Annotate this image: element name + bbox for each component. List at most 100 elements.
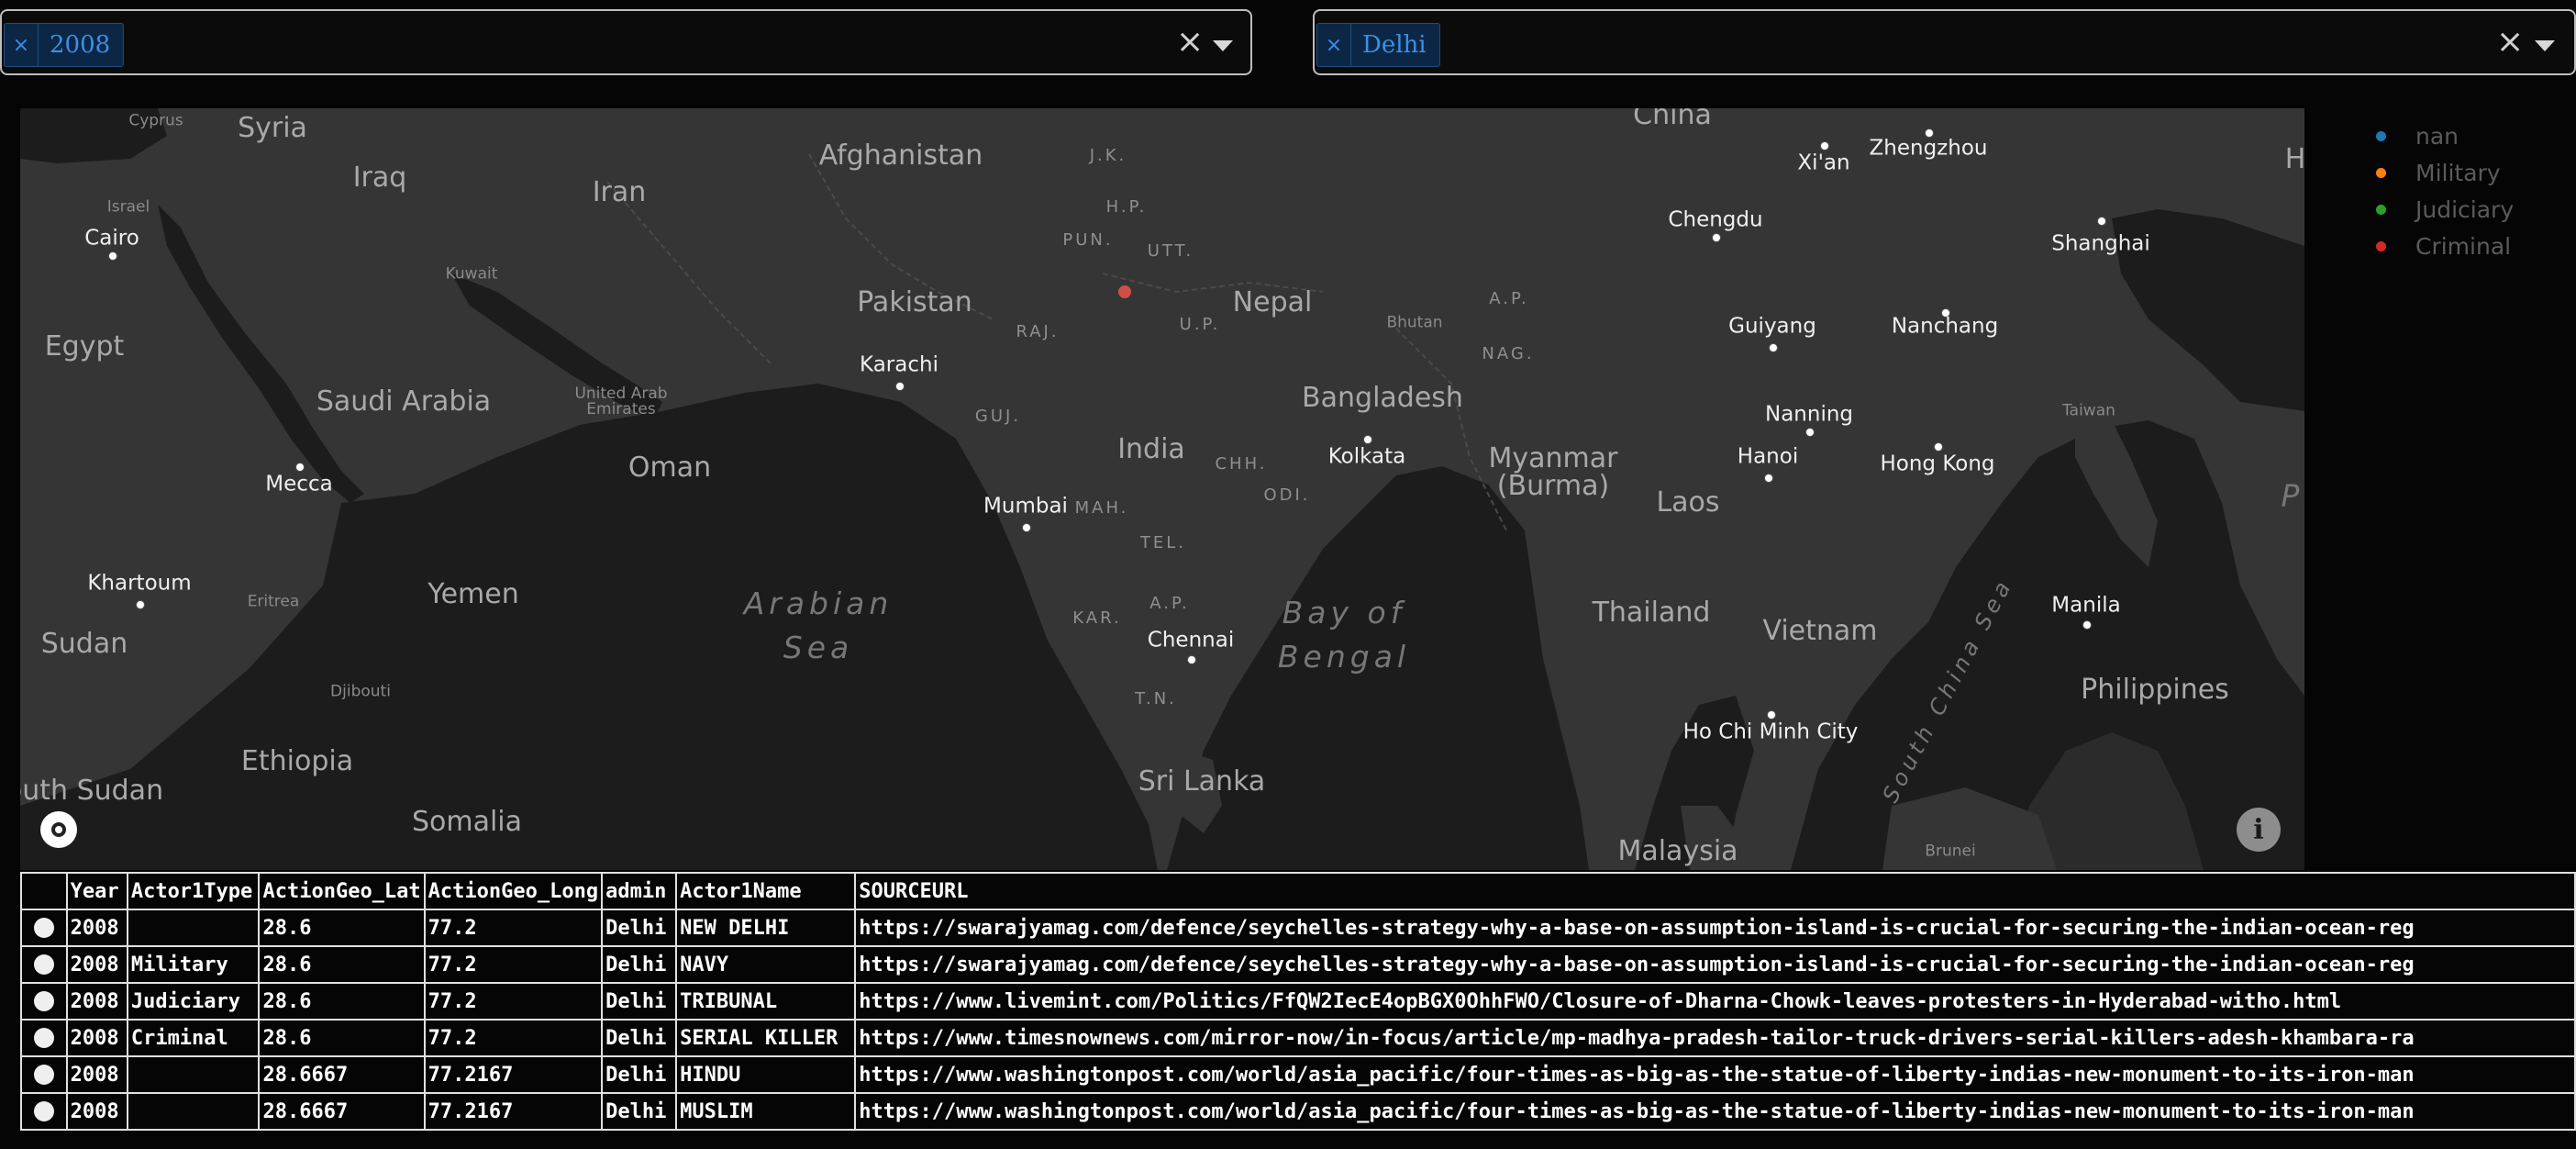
state-dropdown[interactable]: × Delhi × [1313, 9, 2576, 75]
map-label-egypt: Egypt [44, 330, 125, 363]
table-cell: 2008 [65, 982, 128, 1021]
table-cell: MUSLIM [675, 1092, 857, 1131]
table-cell: HINDU [675, 1055, 857, 1094]
row-select-cell [20, 945, 68, 984]
row-radio[interactable] [33, 954, 54, 975]
table-row: 2008 Judiciary 28.6 77.2 Delhi TRIBUNAL … [20, 982, 2576, 1021]
column-header-admin[interactable]: admin [601, 872, 678, 910]
map-label-guj: GUJ. [974, 407, 1022, 426]
table-cell: SERIAL KILLER [675, 1019, 857, 1057]
mapbox-logo-icon[interactable] [40, 811, 77, 848]
row-radio[interactable] [33, 1028, 54, 1048]
column-header-sourceurl[interactable]: SOURCEURL [854, 872, 2576, 910]
map-label-bhutan: Bhutan [1386, 313, 1443, 332]
table-cell: https://www.timesnownews.com/mirror-now/… [854, 1019, 2576, 1057]
legend-item[interactable]: nan [2376, 117, 2514, 154]
info-icon[interactable]: i [2237, 808, 2281, 852]
row-radio[interactable] [33, 1065, 54, 1085]
table-cell: Military [126, 945, 261, 984]
table-row: 2008 28.6667 77.2167 Delhi MUSLIM https:… [20, 1092, 2576, 1131]
map-label-pakistan: Pakistan [857, 286, 972, 318]
map-label-bay-of-bengal: Bay of Bengal [1277, 595, 1411, 675]
city-dot [1764, 474, 1773, 483]
map-label-ap-south: A.P. [1149, 594, 1190, 613]
chevron-down-icon[interactable] [2535, 40, 2555, 51]
map-label-eritrea: Eritrea [247, 592, 300, 611]
map-label-hanoi: Hanoi [1737, 444, 1799, 469]
year-dropdown[interactable]: × 2008 × [0, 9, 1252, 75]
row-radio[interactable] [33, 1101, 54, 1121]
map-label-syria: Syria [238, 112, 307, 144]
map-label-mah: MAH. [1074, 498, 1129, 518]
table-row: 2008 Military 28.6 77.2 Delhi NAVY https… [20, 945, 2576, 984]
map-label-saudi-arabia: Saudi Arabia [316, 385, 492, 418]
row-select-cell [20, 1019, 68, 1057]
map-label-iran: Iran [592, 176, 647, 208]
table-cell: https://www.livemint.com/Politics/FfQW2I… [854, 982, 2576, 1021]
state-chip: × Delhi [1316, 23, 1440, 67]
map-label-manila: Manila [2051, 593, 2121, 618]
map-label-south-sudan: outh Sudan [20, 775, 164, 807]
row-radio[interactable] [33, 991, 54, 1011]
legend-item[interactable]: Military [2376, 154, 2514, 191]
map-label-kar: KAR. [1072, 608, 1122, 628]
table-cell: Criminal [126, 1019, 261, 1057]
map-label-kolkata: Kolkata [1327, 444, 1406, 469]
table-cell: 77.2167 [423, 1092, 604, 1131]
map-label-uae: United Arab Emirates [574, 385, 668, 418]
row-radio[interactable] [33, 918, 54, 938]
column-header-lat[interactable]: ActionGeo_Lat [258, 872, 426, 910]
map-label-nanchang: Nanchang [1891, 314, 1999, 339]
legend-item[interactable]: Judiciary [2376, 191, 2514, 228]
events-table: Year Actor1Type ActionGeo_Lat ActionGeo_… [20, 872, 2576, 1131]
map-label-sudan: Sudan [40, 628, 128, 660]
map-label-india: India [1117, 433, 1185, 465]
row-select-cell [20, 909, 68, 947]
map-label-chengdu: Chengdu [1668, 207, 1763, 232]
column-header-actor1name[interactable]: Actor1Name [675, 872, 857, 910]
city-dot [2097, 217, 2106, 226]
column-header-long[interactable]: ActionGeo_Long [423, 872, 604, 910]
city-dot [1769, 343, 1778, 352]
legend-label: Criminal [2415, 232, 2512, 260]
legend-item[interactable]: Criminal [2376, 228, 2514, 264]
table-cell: 77.2 [423, 1019, 604, 1057]
map-label-xian: Xi'an [1797, 151, 1850, 175]
remove-year-icon[interactable]: × [5, 24, 39, 66]
map-label-ethiopia: Ethiopia [240, 745, 354, 777]
clear-year-icon[interactable]: × [1176, 24, 1204, 61]
map-data-point[interactable] [1118, 285, 1131, 298]
city-dot [1712, 233, 1721, 242]
map-label-mecca: Mecca [265, 472, 333, 496]
column-header-year[interactable]: Year [65, 872, 128, 910]
column-header-actor1type[interactable]: Actor1Type [126, 872, 261, 910]
city-dot [1187, 655, 1196, 664]
map-label-cairo: Cairo [84, 226, 139, 251]
map-label-yemen: Yemen [427, 578, 519, 610]
clear-state-icon[interactable]: × [2496, 24, 2524, 61]
map-label-guiyang: Guiyang [1728, 314, 1816, 339]
map-label-iraq: Iraq [352, 162, 407, 194]
map-label-tel: TEL. [1139, 533, 1187, 552]
legend: nan Military Judiciary Criminal [2376, 117, 2514, 264]
map-label-china: China [1633, 108, 1712, 131]
map-label-ho-chi-minh: Ho Chi Minh City [1682, 720, 1859, 744]
city-dot [1805, 428, 1815, 437]
table-cell: 2008 [65, 1055, 128, 1094]
map-label-cyprus: Cyprus [128, 111, 183, 130]
map-label-afghanistan: Afghanistan [818, 139, 983, 172]
map-label-chh: CHH. [1215, 454, 1268, 474]
legend-label: Judiciary [2415, 195, 2515, 223]
map-label-raj: RAJ. [1016, 322, 1060, 341]
map-view[interactable]: Cyprus Syria Iraq Iran Afghanistan J.K. … [20, 108, 2304, 870]
table-cell: https://www.washingtonpost.com/world/asi… [854, 1055, 2576, 1094]
map-label-laos: Laos [1656, 486, 1720, 519]
map-label-oman: Oman [627, 452, 712, 484]
chevron-down-icon[interactable] [1213, 40, 1233, 51]
table-cell: https://swarajyamag.com/defence/seychell… [854, 909, 2576, 947]
city-dot [1820, 141, 1829, 151]
table-cell: Delhi [601, 1092, 678, 1131]
remove-state-icon[interactable]: × [1317, 24, 1351, 66]
table-cell: Delhi [601, 1055, 678, 1094]
table-cell: Delhi [601, 945, 678, 984]
